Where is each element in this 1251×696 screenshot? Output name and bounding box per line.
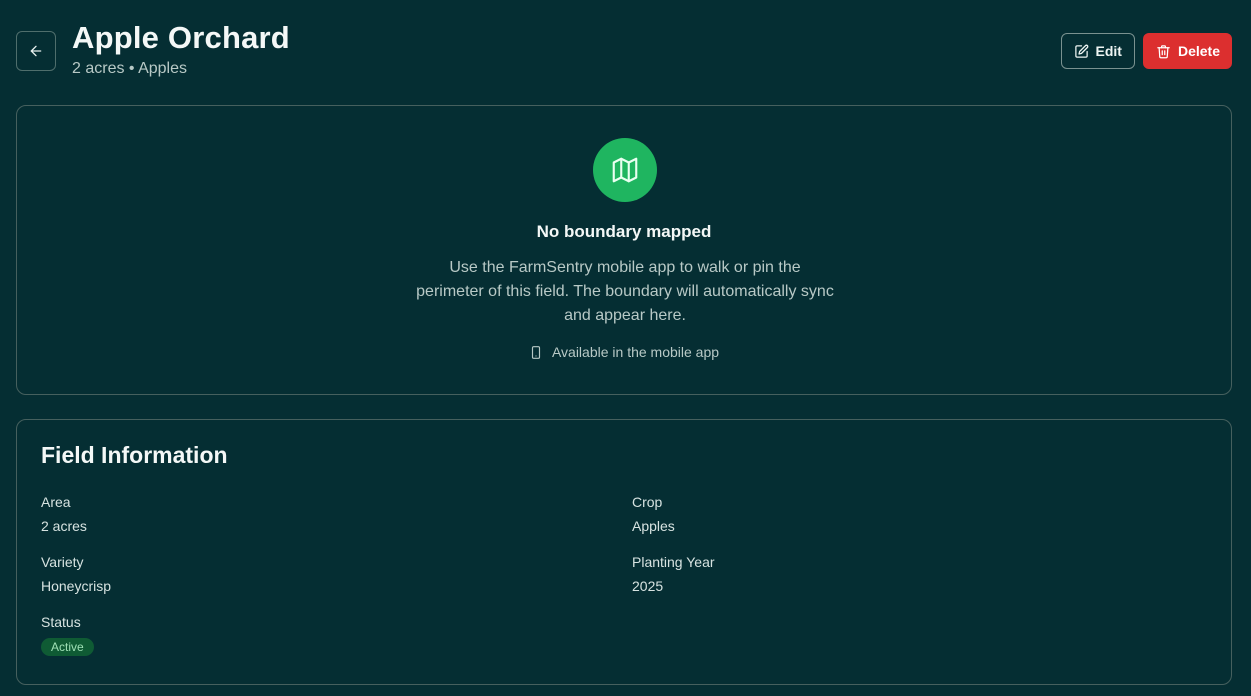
planting-year-field: Planting Year 2025 [632, 554, 715, 594]
page-title: Apple Orchard [72, 20, 290, 55]
section-title: Field Information [41, 442, 228, 468]
status-label: Status [41, 614, 81, 630]
delete-button[interactable]: Delete [1142, 33, 1232, 69]
field-information-card: Field Information Area 2 acres Crop Appl… [16, 419, 1232, 685]
page-header: Apple Orchard 2 acres • Apples Edit Dele… [16, 18, 1232, 84]
status-field: Status Active [41, 614, 94, 656]
variety-label: Variety [41, 554, 84, 570]
edit-button[interactable]: Edit [1060, 33, 1135, 69]
crop-field: Crop Apples [632, 494, 675, 534]
crop-label: Crop [632, 494, 663, 510]
empty-state-title: No boundary mapped [536, 222, 712, 241]
map-icon [612, 157, 638, 183]
mobile-app-note-text: Available in the mobile app [551, 344, 720, 360]
page-subtitle: 2 acres • Apples [72, 60, 187, 77]
planting-year-label: Planting Year [632, 554, 715, 570]
boundary-card: No boundary mapped Use the FarmSentry mo… [16, 105, 1232, 395]
map-icon-badge [593, 138, 657, 202]
smartphone-icon [531, 345, 541, 359]
planting-year-value: 2025 [632, 578, 664, 594]
area-value: 2 acres [41, 518, 87, 534]
back-button[interactable] [16, 31, 56, 71]
crop-value: Apples [632, 518, 675, 534]
area-label: Area [41, 494, 71, 510]
mobile-app-note: Available in the mobile app [17, 344, 1231, 360]
pencil-square-icon [1074, 44, 1088, 58]
variety-value: Honeycrisp [41, 578, 112, 594]
arrow-left-icon [30, 45, 42, 57]
delete-button-label: Delete [1177, 43, 1220, 59]
edit-button-label: Edit [1095, 43, 1122, 59]
trash-icon [1157, 44, 1170, 58]
status-badge: Active [41, 638, 94, 656]
variety-field: Variety Honeycrisp [41, 554, 111, 594]
empty-state-description: Use the FarmSentry mobile app to walk or… [416, 259, 834, 324]
header-actions: Edit Delete [1060, 33, 1232, 69]
area-field: Area 2 acres [41, 494, 87, 534]
